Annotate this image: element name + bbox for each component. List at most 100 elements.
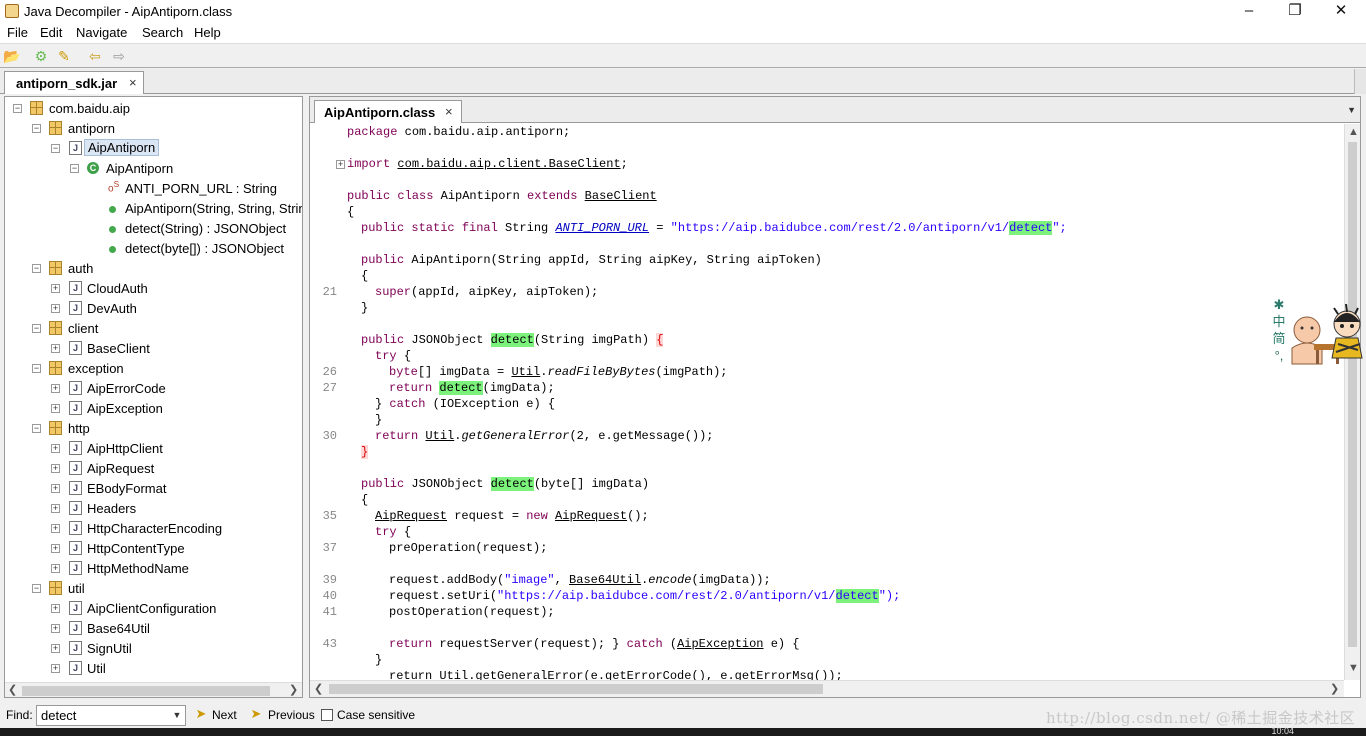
- code-line-constructor: public AipAntiporn(String appId, String …: [361, 253, 822, 267]
- expand-icon[interactable]: +: [51, 484, 60, 493]
- collapse-icon[interactable]: −: [70, 164, 79, 173]
- expand-icon[interactable]: +: [51, 284, 60, 293]
- expand-import-icon[interactable]: +: [336, 160, 345, 169]
- collapse-icon[interactable]: −: [13, 104, 22, 113]
- menu-navigate[interactable]: Navigate: [76, 25, 127, 40]
- tree-node-member[interactable]: detect(String) : JSONObject: [5, 219, 302, 239]
- collapse-icon[interactable]: −: [32, 584, 41, 593]
- tree-node-member[interactable]: oS ANTI_PORN_URL : String: [5, 179, 302, 199]
- editor-vertical-scrollbar[interactable]: ▲ ▼: [1344, 124, 1360, 680]
- tree-node-class[interactable]: + J Headers: [5, 499, 302, 519]
- scroll-thumb[interactable]: [329, 684, 823, 694]
- collapse-icon[interactable]: −: [51, 144, 60, 153]
- scroll-right-icon[interactable]: ❯: [1330, 682, 1339, 695]
- tree-node-class[interactable]: + J AipRequest: [5, 459, 302, 479]
- expand-icon[interactable]: +: [51, 464, 60, 473]
- open-type-icon[interactable]: ⚙: [32, 48, 50, 65]
- expand-icon[interactable]: +: [51, 444, 60, 453]
- tree-node-class[interactable]: + J HttpMethodName: [5, 559, 302, 579]
- scroll-thumb[interactable]: [22, 686, 270, 696]
- find-previous-button[interactable]: Previous: [268, 708, 315, 722]
- close-window-button[interactable]: ✕: [1318, 0, 1364, 23]
- scroll-down-icon[interactable]: ▼: [1348, 662, 1359, 674]
- tree-node-class[interactable]: + J BaseClient: [5, 339, 302, 359]
- tree-node-aipantiporn-class[interactable]: − C AipAntiporn: [5, 159, 302, 179]
- maximize-button[interactable]: ❐: [1272, 0, 1318, 23]
- case-sensitive-checkbox[interactable]: [321, 709, 333, 721]
- tree-node-member[interactable]: detect(byte[]) : JSONObject: [5, 239, 302, 259]
- tree-node-exception[interactable]: − exception: [5, 359, 302, 379]
- menu-help[interactable]: Help: [194, 25, 221, 40]
- chevron-down-icon[interactable]: ▼: [169, 706, 185, 725]
- expand-icon[interactable]: +: [51, 664, 60, 673]
- line-number: 43: [322, 637, 337, 651]
- find-input[interactable]: detect ▼: [36, 705, 186, 726]
- tree-node-class[interactable]: + J CloudAuth: [5, 279, 302, 299]
- tree-node-class[interactable]: + J HttpContentType: [5, 539, 302, 559]
- java-file-icon: J: [69, 441, 82, 455]
- menu-file[interactable]: File: [7, 25, 28, 40]
- collapse-icon[interactable]: −: [32, 364, 41, 373]
- expand-icon[interactable]: +: [51, 344, 60, 353]
- open-file-icon[interactable]: 📂: [3, 48, 21, 65]
- expand-icon[interactable]: +: [51, 644, 60, 653]
- close-tab-icon[interactable]: ×: [129, 75, 137, 90]
- expand-icon[interactable]: +: [51, 604, 60, 613]
- scroll-left-icon[interactable]: ❮: [314, 682, 323, 695]
- forward-arrow-icon[interactable]: ⇨: [110, 48, 128, 65]
- tree-node-class[interactable]: + J AipHttpClient: [5, 439, 302, 459]
- tree-node-class[interactable]: + J Base64Util: [5, 619, 302, 639]
- outer-scrollbar[interactable]: [1354, 69, 1366, 94]
- tree-node-client[interactable]: − client: [5, 319, 302, 339]
- tree-node-member[interactable]: AipAntiporn(String, String, String): [5, 199, 302, 219]
- collapse-icon[interactable]: −: [32, 264, 41, 273]
- expand-icon[interactable]: +: [51, 624, 60, 633]
- scroll-right-icon[interactable]: ❯: [289, 683, 298, 696]
- tree-node-aipantiporn-file[interactable]: − J AipAntiporn: [5, 139, 302, 159]
- tree-node-class[interactable]: + J AipClientConfiguration: [5, 599, 302, 619]
- collapse-icon[interactable]: −: [32, 124, 41, 133]
- scroll-up-icon[interactable]: ▲: [1348, 126, 1359, 138]
- find-next-icon[interactable]: ➤: [192, 706, 210, 723]
- close-tab-icon[interactable]: ×: [445, 104, 453, 119]
- tree-label: auth: [68, 261, 94, 276]
- tree-node-antiporn[interactable]: − antiporn: [5, 119, 302, 139]
- tree-node-class[interactable]: + J Util: [5, 659, 302, 679]
- expand-icon[interactable]: +: [51, 304, 60, 313]
- collapse-icon[interactable]: −: [32, 324, 41, 333]
- tree-node-util[interactable]: − util: [5, 579, 302, 599]
- expand-icon[interactable]: +: [51, 404, 60, 413]
- code-line-detect-string: public JSONObject detect(String imgPath)…: [361, 333, 664, 347]
- expand-icon[interactable]: +: [51, 544, 60, 553]
- find-previous-icon[interactable]: ➤: [247, 706, 265, 723]
- tree-label: AipAntiporn: [106, 161, 174, 176]
- tree-node-com-baidu-aip[interactable]: − com.baidu.aip: [5, 99, 302, 119]
- find-next-button[interactable]: Next: [212, 708, 237, 722]
- expand-icon[interactable]: +: [51, 524, 60, 533]
- source-code-view[interactable]: 21 26 27 30 35 37 39 40 41 43 + package …: [310, 124, 1344, 680]
- tree-node-class[interactable]: + J AipErrorCode: [5, 379, 302, 399]
- tree-node-class[interactable]: + J DevAuth: [5, 299, 302, 319]
- tree-node-class[interactable]: + J HttpCharacterEncoding: [5, 519, 302, 539]
- tab-list-dropdown-icon[interactable]: ▼: [1347, 105, 1356, 115]
- expand-icon[interactable]: +: [51, 564, 60, 573]
- collapse-icon[interactable]: −: [32, 424, 41, 433]
- menu-search[interactable]: Search: [142, 25, 183, 40]
- search-type-icon[interactable]: ✎: [55, 48, 73, 65]
- tree-node-auth[interactable]: − auth: [5, 259, 302, 279]
- scroll-left-icon[interactable]: ❮: [8, 683, 17, 696]
- menu-edit[interactable]: Edit: [40, 25, 62, 40]
- tab-aipantiporn-class[interactable]: AipAntiporn.class ×: [314, 100, 462, 123]
- scroll-thumb[interactable]: [1348, 142, 1357, 647]
- tree-node-class[interactable]: + J EBodyFormat: [5, 479, 302, 499]
- minimize-button[interactable]: –: [1226, 0, 1272, 23]
- back-arrow-icon[interactable]: ⇦: [86, 48, 104, 65]
- tree-node-class[interactable]: + J AipException: [5, 399, 302, 419]
- expand-icon[interactable]: +: [51, 504, 60, 513]
- tree-node-http[interactable]: − http: [5, 419, 302, 439]
- tree-node-class[interactable]: + J SignUtil: [5, 639, 302, 659]
- tab-antiporn-sdk-jar[interactable]: antiporn_sdk.jar ×: [4, 71, 144, 94]
- tree-horizontal-scrollbar[interactable]: ❮ ❯: [5, 682, 302, 697]
- editor-horizontal-scrollbar[interactable]: ❮ ❯: [310, 680, 1344, 697]
- expand-icon[interactable]: +: [51, 384, 60, 393]
